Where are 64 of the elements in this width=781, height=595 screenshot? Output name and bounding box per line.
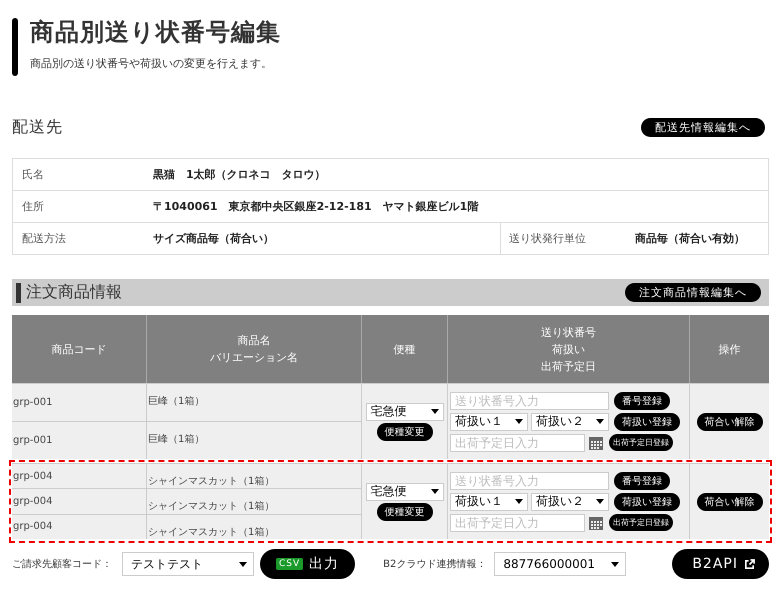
table-cell: 巨峰（1箱） [146, 383, 361, 421]
b2-cloud-dropdown[interactable]: 887766000001 [494, 552, 626, 576]
tracking-number-input[interactable]: 送り状番号入力 [450, 392, 609, 410]
field-label: 送り状発行単位 [500, 223, 635, 254]
table-cell: grp-004 [12, 463, 146, 488]
register-ship-date-button[interactable]: 出荷予定日登録 [609, 434, 673, 451]
register-number-button[interactable]: 番号登録 [614, 472, 670, 490]
field-value: 商品毎（荷合い有効） [635, 231, 745, 246]
page-title: 商品別送り状番号編集 [30, 17, 281, 48]
table-cell: シャインマスカット（1箱） [146, 514, 361, 539]
field-value: サイズ商品毎（荷合い） [153, 231, 275, 246]
delivery-dropdown[interactable]: 宅急便 [366, 402, 444, 420]
caret-icon [596, 419, 604, 424]
table-cell: シャインマスカット（1箱） [146, 463, 361, 488]
field-label: 配送方法 [21, 231, 67, 246]
csv-export-button[interactable]: CSV 出力 [260, 549, 356, 579]
caret-icon [515, 499, 523, 504]
column-header: 商品コード [50, 342, 108, 358]
unbundle-button[interactable]: 荷合い解除 [696, 412, 762, 430]
register-handling-button[interactable]: 荷扱い登録 [614, 492, 680, 510]
table-cell: grp-004 [12, 514, 146, 539]
register-ship-date-button[interactable]: 出荷予定日登録 [609, 514, 673, 531]
calendar-icon[interactable] [588, 434, 604, 450]
caret-icon [596, 499, 604, 504]
edit-destination-button[interactable]: 配送先情報編集へ [641, 118, 765, 136]
caret-icon [239, 562, 247, 566]
register-handling-button[interactable]: 荷扱い登録 [614, 412, 680, 430]
b2-cloud-label: B2クラウド連携情報： [383, 558, 486, 571]
field-value: 〒1040061 東京都中央区銀座2-12-181 ヤマト銀座ビル1階 [153, 199, 480, 214]
calendar-icon[interactable] [588, 514, 604, 530]
section-heading: 配送先 [12, 116, 63, 138]
caret-icon [611, 562, 620, 566]
ship-date-input[interactable]: 出荷予定日入力 [450, 514, 585, 532]
caret-icon [430, 409, 438, 414]
section-marker [16, 282, 21, 302]
table-cell: 巨峰（1箱） [146, 421, 361, 459]
caret-icon [515, 419, 523, 424]
unbundle-button[interactable]: 荷合い解除 [696, 492, 762, 510]
delivery-dropdown[interactable]: 宅急便 [366, 482, 444, 500]
page-subtitle: 商品別の送り状番号や荷扱いの変更を行えます。 [30, 56, 273, 71]
field-value: 黒猫 1太郎（クロネコ タロウ） [153, 167, 327, 182]
csv-badge: CSV [276, 558, 304, 570]
field-label: 住所 [21, 199, 45, 214]
handling-dropdown[interactable]: 荷扱い２ [531, 412, 609, 430]
handling-dropdown[interactable]: 荷扱い１ [450, 412, 528, 430]
caret-icon [430, 489, 438, 494]
field-label: 氏名 [21, 167, 45, 182]
external-link-icon [744, 558, 755, 570]
section-heading: 注文商品情報 [26, 282, 123, 303]
table-cell: grp-001 [12, 383, 146, 421]
customer-code-dropdown[interactable]: テストテスト [122, 552, 254, 576]
edit-order-button[interactable]: 注文商品情報編集へ [625, 283, 761, 302]
register-number-button[interactable]: 番号登録 [614, 392, 670, 410]
table-cell: grp-001 [12, 421, 146, 459]
change-delivery-button[interactable]: 便種変更 [376, 502, 432, 520]
tracking-number-input[interactable]: 送り状番号入力 [450, 472, 609, 490]
table-cell: grp-004 [12, 488, 146, 514]
handling-dropdown[interactable]: 荷扱い１ [450, 492, 528, 510]
table-cell: シャインマスカット（1箱） [146, 488, 361, 514]
change-delivery-button[interactable]: 便種変更 [376, 422, 432, 440]
customer-code-label: ご請求先顧客コード： [12, 558, 112, 571]
b2api-button[interactable]: B2API [672, 549, 769, 579]
handling-dropdown[interactable]: 荷扱い２ [531, 492, 609, 510]
ship-date-input[interactable]: 出荷予定日入力 [450, 434, 585, 452]
